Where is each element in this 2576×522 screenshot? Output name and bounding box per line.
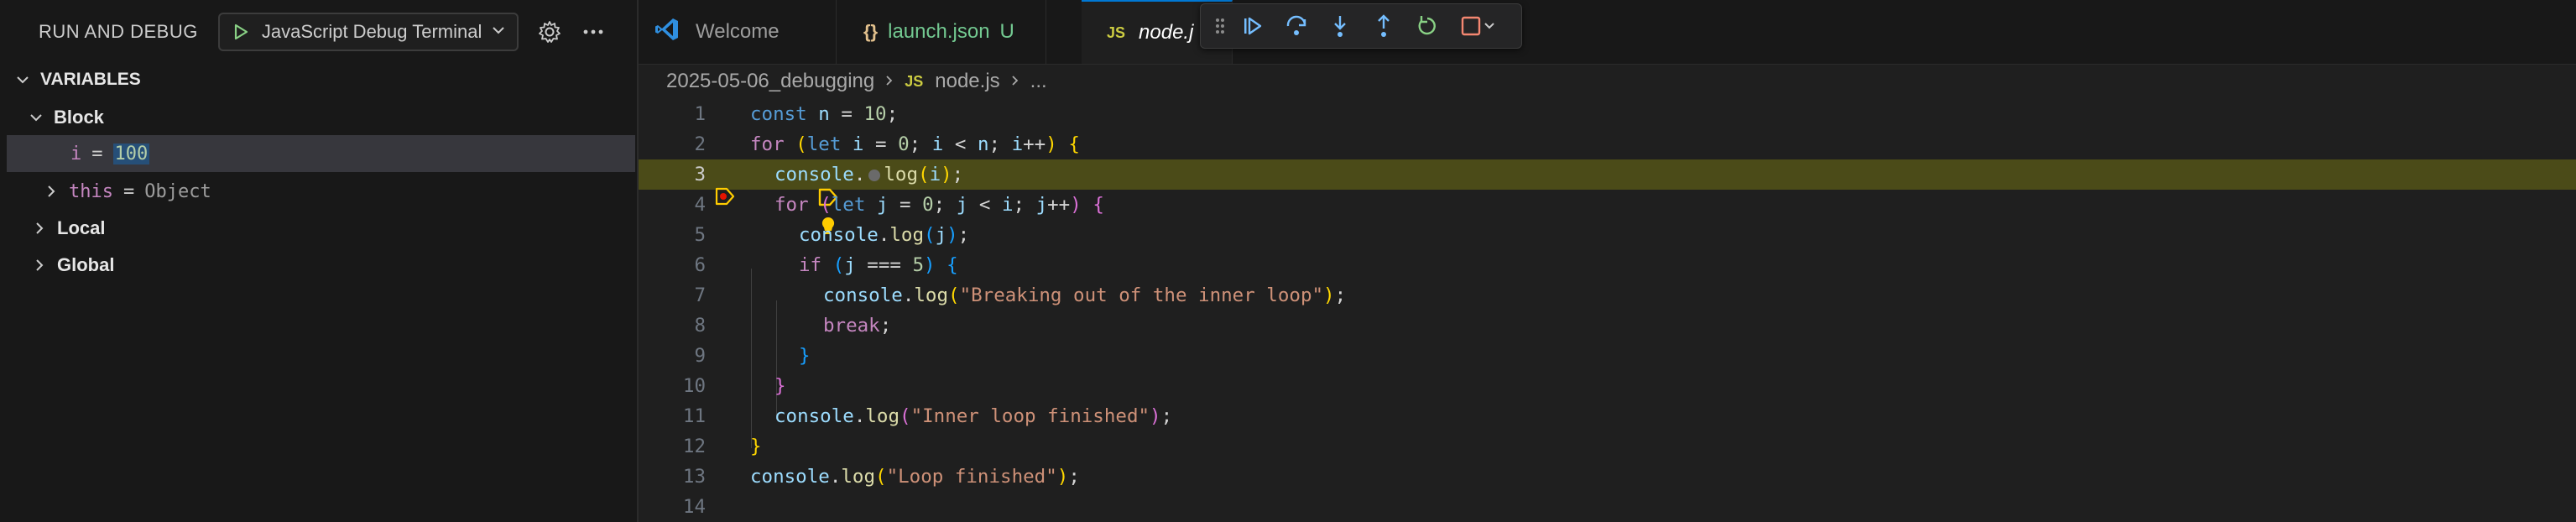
variables-header-label: VARIABLES (40, 70, 141, 89)
code-line[interactable]: 11 console.log("Inner loop finished"); (639, 401, 2576, 431)
line-number: 9 (694, 345, 706, 367)
line-number: 2 (694, 133, 706, 155)
grip-icon[interactable] (1209, 9, 1231, 43)
code-editor[interactable]: 1 const n = 10; 2 for (let i = 0; i < n;… (639, 96, 2576, 522)
variable-equals: = (91, 143, 103, 164)
tab-label: Welcome (696, 20, 780, 43)
js-file-icon: JS (905, 72, 924, 90)
variable-equals: = (123, 180, 135, 202)
json-file-icon: {} (863, 21, 879, 42)
chevron-right-icon (30, 219, 49, 238)
sidebar-header: RUN AND DEBUG JavaScript Debug Terminal (0, 0, 637, 64)
vscode-icon (654, 16, 681, 49)
line-number: 11 (682, 405, 706, 427)
gear-icon[interactable] (537, 19, 562, 44)
variable-name: this (69, 180, 113, 202)
code-line[interactable]: 10 } (639, 371, 2576, 401)
line-number: 5 (694, 224, 706, 246)
start-debugging-icon[interactable] (232, 23, 250, 41)
code-line[interactable]: 12 } (639, 431, 2576, 462)
chevron-down-icon (13, 70, 32, 89)
code-line[interactable]: 5 console.log(j); (639, 220, 2576, 250)
chevron-down-icon (1484, 23, 1494, 29)
restart-icon[interactable] (1405, 9, 1449, 43)
scope-block[interactable]: Block (0, 99, 662, 136)
run-and-debug-sidebar: RUN AND DEBUG JavaScript Debug Terminal … (0, 0, 639, 522)
stop-icon[interactable] (1449, 9, 1508, 43)
untracked-badge: U (999, 20, 1014, 43)
scope-local[interactable]: Local (0, 210, 665, 247)
variables-section-header[interactable]: VARIABLES (0, 61, 649, 98)
breadcrumb-folder[interactable]: 2025-05-06_debugging (666, 70, 874, 93)
breadcrumb-more[interactable]: ... (1030, 70, 1047, 93)
chevron-right-icon (30, 256, 49, 274)
tab-label: launch.json (888, 20, 990, 43)
line-number: 10 (682, 375, 706, 397)
variable-i[interactable]: i = 100 (7, 135, 635, 172)
debug-config-label: JavaScript Debug Terminal (261, 21, 482, 42)
variable-value: Object (144, 180, 211, 202)
line-number: 8 (694, 315, 706, 337)
variable-this[interactable]: this = Object (0, 173, 677, 210)
step-out-icon[interactable] (1362, 9, 1405, 43)
tab-label: node.j (1139, 21, 1194, 44)
code-line[interactable]: 2 for (let i = 0; i < n; i++) { (639, 129, 2576, 159)
line-number: 3 (694, 164, 706, 185)
scope-local-label: Local (57, 217, 106, 238)
variable-value[interactable]: 100 (112, 143, 150, 164)
sidebar-title: RUN AND DEBUG (39, 21, 198, 42)
code-line[interactable]: 1 const n = 10; (639, 99, 2576, 129)
code-line[interactable]: 7 console.log("Breaking out of the inner… (639, 280, 2576, 311)
code-line[interactable]: 9 } (639, 341, 2576, 371)
code-line[interactable]: 4 for (let j = 0; j < i; j++) { (639, 190, 2576, 234)
line-number: 12 (682, 436, 706, 457)
line-number: 14 (682, 496, 706, 518)
line-number: 13 (682, 466, 706, 488)
line-number: 4 (694, 194, 706, 216)
breadcrumb-file[interactable]: node.js (935, 70, 999, 93)
line-number: 6 (694, 254, 706, 276)
continue-icon[interactable] (1231, 9, 1275, 43)
code-line[interactable]: 13 console.log("Loop finished"); (639, 462, 2576, 492)
chevron-right-icon (1009, 70, 1022, 93)
code-line[interactable]: 8 break; (639, 311, 2576, 341)
scope-block-label: Block (54, 107, 104, 128)
chevron-right-icon (42, 182, 60, 201)
step-into-icon[interactable] (1318, 9, 1362, 43)
chevron-down-icon (27, 108, 45, 127)
line-number: 7 (694, 284, 706, 306)
code-line[interactable]: 6 if (j === 5) { (639, 250, 2576, 280)
code-line[interactable]: 14 (639, 492, 2576, 522)
breadcrumb: 2025-05-06_debugging JS node.js ... (666, 67, 1047, 96)
tab-launch-json[interactable]: {} launch.json U (837, 0, 1046, 64)
more-actions-icon[interactable] (581, 19, 606, 44)
inline-breakpoint-icon[interactable] (868, 169, 881, 181)
debug-toolbar (1200, 3, 1522, 49)
scope-global-label: Global (57, 254, 115, 275)
debug-config-select[interactable]: JavaScript Debug Terminal (217, 13, 519, 51)
tab-welcome[interactable]: Welcome (639, 0, 837, 64)
scope-global[interactable]: Global (0, 247, 665, 284)
step-over-icon[interactable] (1275, 9, 1318, 43)
variable-name: i (70, 143, 82, 164)
js-file-icon: JS (1107, 23, 1126, 41)
line-number: 1 (694, 103, 706, 125)
editor-tab-bar: Welcome {} launch.json U JS node.j (639, 0, 2576, 65)
current-execution-line[interactable]: 3 console. log(i); (639, 159, 2576, 206)
chevron-right-icon (883, 70, 896, 93)
chevron-down-icon (490, 22, 507, 43)
